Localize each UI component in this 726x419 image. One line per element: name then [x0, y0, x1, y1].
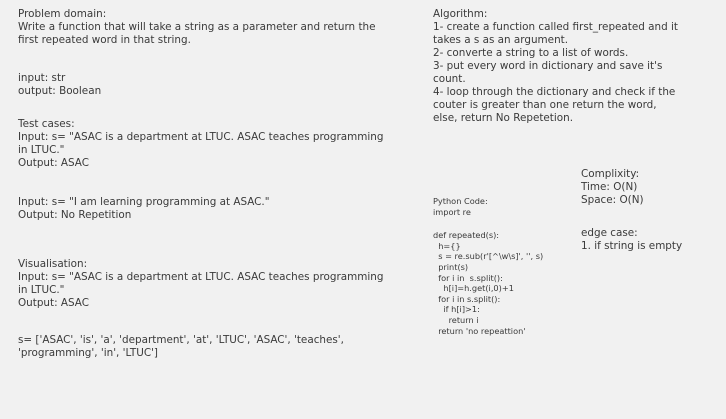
complexity-section: Complixity: Time: O(N) Space: O(N) — [581, 168, 644, 207]
time-complexity: Time: O(N) — [581, 181, 638, 193]
code-line: for i in s.split(): — [433, 293, 501, 304]
code-spacer — [433, 217, 543, 230]
visualisation-input: in LTUC." — [18, 284, 65, 296]
code-line: h[i]=h.get(i,0)+1 — [433, 283, 514, 294]
algorithm-step-line: couter is greater than one return the wo… — [433, 99, 657, 111]
code-import: import re — [433, 206, 471, 217]
test-cases-section: Test cases: Input: s= "ASAC is a departm… — [18, 118, 383, 170]
code-line: s = re.sub(r'[^\w\s]', '', s) — [433, 251, 544, 262]
code-line: print(s) — [433, 261, 469, 272]
algorithm-section: Algorithm: 1- create a function called f… — [433, 8, 678, 125]
code-line: if h[i]>1: — [433, 304, 480, 315]
problem-text-line: first repeated word in that string. — [18, 34, 191, 46]
code-line: h={} — [433, 240, 461, 251]
algorithm-heading: Algorithm: — [433, 8, 488, 20]
algorithm-step-line: 3- put every word in dictionary and save… — [433, 60, 663, 72]
algorithm-step-line: count. — [433, 73, 466, 85]
test-case2: Input: s= "I am learning programming at … — [18, 196, 270, 222]
code-line: return i — [433, 314, 479, 325]
output-type: output: Boolean — [18, 85, 102, 97]
problem-text-line: Write a function that will take a string… — [18, 21, 376, 33]
test-cases-heading: Test cases: — [18, 118, 75, 130]
io-section: input: str output: Boolean — [18, 72, 101, 98]
test-case2-output: Output: No Repetition — [18, 209, 132, 221]
edge-case-heading: edge case: — [581, 227, 638, 239]
space-complexity: Space: O(N) — [581, 194, 644, 206]
code-line: for i in s.split(): — [433, 272, 503, 283]
input-type: input: str — [18, 72, 66, 84]
test-case2-input: Input: s= "I am learning programming at … — [18, 196, 270, 208]
algorithm-step-line: 1- create a function called first_repeat… — [433, 21, 678, 33]
edge-case-item: 1. if string is empty — [581, 240, 683, 252]
problem-heading: Problem domain: — [18, 8, 107, 20]
python-code-section: Python Code: import re def repeated(s): … — [433, 196, 543, 336]
visualisation-input: Input: s= "ASAC is a department at LTUC.… — [18, 271, 384, 283]
code-line: def repeated(s): — [433, 230, 500, 241]
algorithm-step-line: takes a s as an argument. — [433, 34, 569, 46]
problem-domain-section: Problem domain: Write a function that wi… — [18, 8, 376, 47]
code-line: return 'no repeattion' — [433, 325, 526, 336]
test-case1-output: Output: ASAC — [18, 157, 89, 169]
code-heading: Python Code: — [433, 196, 488, 206]
word-list: s= ['ASAC', 'is', 'a', 'department', 'at… — [18, 334, 344, 360]
visualisation-heading: Visualisation: — [18, 258, 88, 270]
word-list-line: s= ['ASAC', 'is', 'a', 'department', 'at… — [18, 334, 344, 346]
test-case1-input: in LTUC." — [18, 144, 65, 156]
test-case1-input: Input: s= "ASAC is a department at LTUC.… — [18, 131, 384, 143]
visualisation-output: Output: ASAC — [18, 297, 89, 309]
word-list-line: 'programming', 'in', 'LTUC'] — [18, 347, 158, 359]
edge-case-section: edge case: 1. if string is empty — [581, 227, 682, 253]
visualisation-section: Visualisation: Input: s= "ASAC is a depa… — [18, 258, 383, 310]
algorithm-step-line: 2- converte a string to a list of words. — [433, 47, 629, 59]
complexity-heading: Complixity: — [581, 168, 640, 180]
algorithm-step-line: else, return No Repetetion. — [433, 112, 574, 124]
algorithm-step-line: 4- loop through the dictionary and check… — [433, 86, 676, 98]
